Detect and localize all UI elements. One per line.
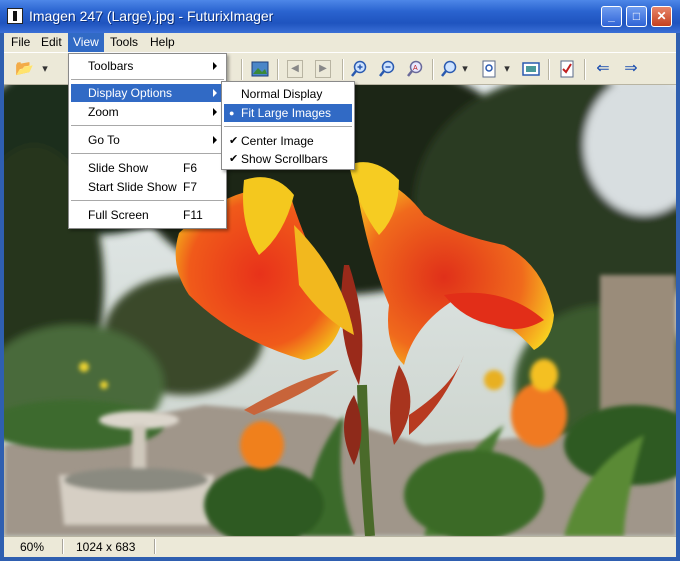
app-icon[interactable] bbox=[7, 8, 23, 24]
status-divider bbox=[62, 539, 64, 554]
menu-item-center-image[interactable]: ✔ Center Image bbox=[224, 132, 352, 150]
menu-item-toolbars[interactable]: Toolbars bbox=[71, 57, 224, 75]
menu-view[interactable]: View bbox=[68, 33, 104, 52]
dropdown-arrow-icon[interactable]: ▾ bbox=[502, 60, 512, 78]
dropdown-arrow-icon[interactable]: ▾ bbox=[40, 60, 50, 78]
zoom-dropdown-icon[interactable] bbox=[440, 60, 458, 78]
menu-item-show-scrollbars[interactable]: ✔ Show Scrollbars bbox=[224, 150, 352, 168]
title-bar: Imagen 247 (Large).jpg - FuturixImager _… bbox=[0, 0, 680, 33]
radio-selected-icon: ● bbox=[229, 108, 235, 118]
toolbar-separator bbox=[584, 59, 586, 80]
properties-icon[interactable] bbox=[558, 60, 576, 78]
menu-separator bbox=[224, 126, 352, 127]
menu-help[interactable]: Help bbox=[145, 33, 180, 52]
toolbar-separator bbox=[432, 59, 434, 80]
forward-arrow-icon[interactable]: ⇒ bbox=[622, 60, 640, 78]
menu-item-zoom[interactable]: Zoom bbox=[71, 103, 224, 121]
image-icon[interactable] bbox=[251, 60, 269, 78]
menu-item-start-slide-show[interactable]: Start Slide Show F7 bbox=[71, 178, 224, 196]
menu-item-go-to[interactable]: Go To bbox=[71, 131, 224, 149]
minimize-button[interactable]: _ bbox=[601, 6, 622, 27]
submenu-arrow-icon bbox=[213, 136, 217, 144]
submenu-arrow-icon bbox=[213, 62, 217, 70]
menu-separator bbox=[71, 200, 224, 201]
previous-icon[interactable]: ◀ bbox=[287, 60, 303, 78]
menu-separator bbox=[71, 153, 224, 154]
zoom-actual-icon[interactable]: A bbox=[406, 60, 424, 78]
open-folder-icon[interactable]: 📂 bbox=[15, 60, 34, 78]
zoom-out-icon[interactable] bbox=[378, 60, 396, 78]
toolbar-separator bbox=[548, 59, 550, 80]
menu-item-normal-display[interactable]: Normal Display bbox=[224, 85, 352, 103]
submenu-arrow-icon bbox=[213, 89, 217, 97]
status-divider bbox=[154, 539, 156, 554]
next-icon[interactable]: ▶ bbox=[315, 60, 331, 78]
back-arrow-icon[interactable]: ⇐ bbox=[594, 60, 612, 78]
maximize-button[interactable]: □ bbox=[626, 6, 647, 27]
fullscreen-icon[interactable] bbox=[522, 60, 540, 78]
toolbar-separator bbox=[277, 59, 279, 80]
toolbar-separator bbox=[241, 59, 243, 80]
dropdown-arrow-icon[interactable]: ▾ bbox=[460, 60, 470, 78]
status-bar: 60% 1024 x 683 bbox=[4, 536, 676, 557]
menu-item-slide-show[interactable]: Slide Show F6 bbox=[71, 159, 224, 177]
checkmark-icon: ✔ bbox=[229, 153, 239, 165]
menu-item-display-options[interactable]: Display Options bbox=[71, 84, 224, 102]
menu-edit[interactable]: Edit bbox=[36, 33, 67, 52]
menu-separator bbox=[71, 79, 224, 80]
menu-item-fit-large-images[interactable]: ● Fit Large Images bbox=[224, 104, 352, 122]
status-dimensions: 1024 x 683 bbox=[76, 540, 136, 554]
zoom-in-icon[interactable] bbox=[350, 60, 368, 78]
svg-text:A: A bbox=[413, 65, 418, 72]
display-options-submenu: Normal Display ● Fit Large Images ✔ Cent… bbox=[221, 81, 355, 170]
submenu-arrow-icon bbox=[213, 108, 217, 116]
toolbar-separator bbox=[342, 59, 344, 80]
window-title: Imagen 247 (Large).jpg - FuturixImager bbox=[29, 8, 274, 24]
menu-separator bbox=[71, 125, 224, 126]
menu-file[interactable]: File bbox=[6, 33, 35, 52]
fit-page-icon[interactable] bbox=[480, 60, 498, 78]
menu-bar: File Edit View Tools Help bbox=[4, 33, 676, 52]
menu-tools[interactable]: Tools bbox=[105, 33, 143, 52]
menu-item-full-screen[interactable]: Full Screen F11 bbox=[71, 206, 224, 224]
close-button[interactable]: ✕ bbox=[651, 6, 672, 27]
status-zoom: 60% bbox=[20, 540, 45, 554]
view-menu-dropdown: Toolbars Display Options Zoom Go To Slid… bbox=[68, 53, 227, 229]
checkmark-icon: ✔ bbox=[229, 135, 239, 147]
